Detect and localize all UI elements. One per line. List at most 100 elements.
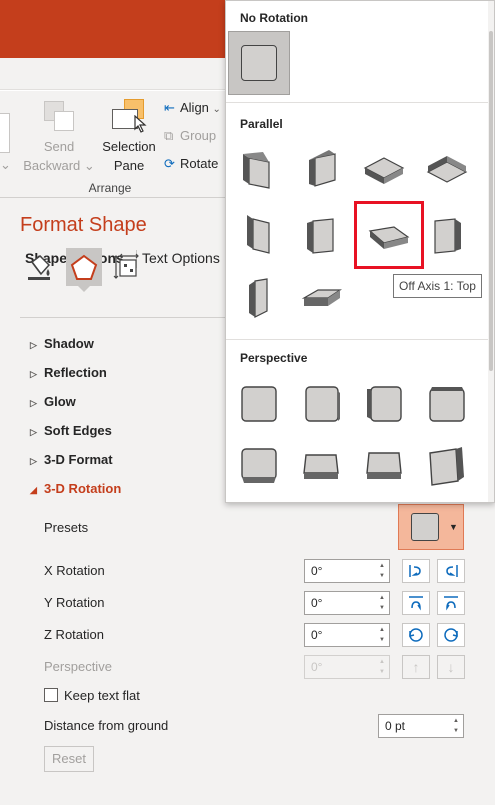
- distance-value: 0 pt: [385, 719, 406, 733]
- keep-text-flat-label: Keep text flat: [64, 688, 140, 703]
- preset-off-axis-2-left[interactable]: [234, 273, 284, 323]
- rotate-icon: ⟳: [164, 156, 175, 171]
- preset-off-axis-left[interactable]: [234, 209, 284, 259]
- y-rotation-input[interactable]: 0° ▲ ▼: [304, 591, 390, 615]
- section-shadow[interactable]: ▷ Shadow: [30, 334, 94, 354]
- z-rotation-input[interactable]: 0° ▲ ▼: [304, 623, 390, 647]
- align-button[interactable]: ⇤ Align ⌄: [164, 97, 221, 119]
- distance-label: Distance from ground: [44, 718, 169, 733]
- preset-perspective-relaxed[interactable]: [296, 441, 346, 491]
- preset-no-rotation[interactable]: [228, 31, 290, 95]
- preset-perspective-above[interactable]: [234, 441, 284, 491]
- gallery-scrollbar[interactable]: [488, 1, 494, 502]
- x-rotate-right-icon[interactable]: [437, 559, 465, 583]
- selection-pane-line1: Selection: [102, 139, 156, 154]
- y-rotate-up-icon[interactable]: [402, 591, 430, 615]
- x-rotation-value: 0°: [311, 564, 323, 578]
- keep-text-flat-checkbox[interactable]: [44, 688, 58, 702]
- preset-isometric-right-up[interactable]: [296, 145, 346, 195]
- spin-arrows-icon[interactable]: ▲ ▼: [377, 561, 387, 581]
- bring-forward-partial-chevron: ⌄: [0, 157, 11, 172]
- presets-dropdown-button[interactable]: ▼: [398, 504, 464, 550]
- rotate-label: Rotate: [180, 156, 219, 171]
- selection-pane-icon: [110, 99, 148, 133]
- section-label: Soft Edges: [44, 423, 112, 438]
- section-reflection[interactable]: ▷ Reflection: [30, 363, 107, 383]
- align-label: Align: [180, 100, 209, 115]
- send-backward-button[interactable]: Send Backward ⌄: [20, 99, 98, 175]
- perspective-decrease-icon[interactable]: ↓: [437, 655, 465, 679]
- perspective-increase-icon[interactable]: ↑: [402, 655, 430, 679]
- effects-tab-pointer: [78, 286, 90, 292]
- tab-text-options[interactable]: Text Options: [142, 250, 220, 266]
- group-label: Group: [180, 128, 217, 143]
- section-glow[interactable]: ▷ Glow: [30, 392, 76, 412]
- dropdown-arrow-icon: ▼: [449, 522, 458, 532]
- fill-line-icon[interactable]: [22, 250, 56, 284]
- y-rotate-down-icon[interactable]: [437, 591, 465, 615]
- x-rotate-left-icon[interactable]: [402, 559, 430, 583]
- effects-icon[interactable]: [66, 248, 102, 286]
- selection-pane-button[interactable]: Selection Pane: [98, 99, 160, 175]
- no-rotation-heading: No Rotation: [240, 11, 308, 25]
- preset-perspective-heroic[interactable]: [422, 441, 472, 491]
- presets-label: Presets: [44, 520, 89, 535]
- spin-arrows-icon[interactable]: ▲ ▼: [377, 657, 387, 677]
- x-rotation-label: X Rotation: [44, 563, 105, 578]
- preset-off-axis-right[interactable]: [296, 209, 346, 259]
- z-rotation-label: Z Rotation: [44, 627, 104, 642]
- group-icon: ⧉: [164, 128, 174, 143]
- preset-perspective-right[interactable]: [359, 379, 409, 429]
- no-rotation-shape-icon: [241, 45, 277, 81]
- section-soft-edges[interactable]: ▷ Soft Edges: [30, 421, 112, 441]
- preset-perspective-front[interactable]: [234, 379, 284, 429]
- send-backward-line2: Backward ⌄: [23, 158, 95, 173]
- distance-input[interactable]: 0 pt ▲ ▼: [378, 714, 464, 738]
- perspective-value: 0°: [311, 660, 323, 674]
- y-rotation-label: Y Rotation: [44, 595, 105, 610]
- section-label: Shadow: [44, 336, 94, 351]
- x-rotation-input[interactable]: 0° ▲ ▼: [304, 559, 390, 583]
- z-rotate-ccw-icon[interactable]: [402, 623, 430, 647]
- spin-arrows-icon[interactable]: ▲ ▼: [451, 716, 461, 736]
- collapse-triangle-icon: ▷: [30, 427, 37, 437]
- align-icon: ⇤: [164, 100, 175, 115]
- section-label: Glow: [44, 394, 76, 409]
- reset-button[interactable]: Reset: [44, 746, 94, 772]
- y-rotation-value: 0°: [311, 596, 323, 610]
- preset-off-axis-2-right[interactable]: [422, 209, 472, 259]
- pane-title: Format Shape: [20, 214, 147, 236]
- preset-preview-icon: [411, 513, 439, 541]
- gallery-divider: [226, 339, 491, 340]
- preset-off-axis-2-top[interactable]: [296, 273, 346, 323]
- preset-off-axis-1-top-selected[interactable]: [354, 201, 424, 269]
- collapse-triangle-icon: ▷: [30, 456, 37, 466]
- collapse-triangle-icon: ▷: [30, 369, 37, 379]
- preset-isometric-bottom-down[interactable]: [422, 145, 472, 195]
- z-rotate-cw-icon[interactable]: [437, 623, 465, 647]
- gallery-scrollbar-thumb[interactable]: [489, 31, 493, 371]
- preset-perspective-contrasting-left[interactable]: [359, 441, 409, 491]
- rotation-presets-gallery: No Rotation Parallel Perspective: [225, 0, 495, 503]
- expand-triangle-icon: ◢: [30, 485, 37, 495]
- section-label: 3-D Format: [44, 452, 113, 467]
- preset-perspective-left[interactable]: [296, 379, 346, 429]
- arrange-group-label: Arrange: [88, 181, 132, 195]
- section-label: Reflection: [44, 365, 107, 380]
- preset-perspective-below[interactable]: [422, 379, 472, 429]
- perspective-input[interactable]: 0° ▲ ▼: [304, 655, 390, 679]
- spin-arrows-icon[interactable]: ▲ ▼: [377, 625, 387, 645]
- group-button[interactable]: ⧉ Group: [164, 125, 216, 147]
- gallery-divider: [226, 102, 491, 103]
- send-backward-icon: [42, 99, 76, 133]
- preset-isometric-left-down[interactable]: [234, 145, 284, 195]
- section-3d-format[interactable]: ▷ 3-D Format: [30, 450, 113, 470]
- section-3d-rotation[interactable]: ◢ 3-D Rotation: [30, 479, 121, 499]
- spin-arrows-icon[interactable]: ▲ ▼: [377, 593, 387, 613]
- rotate-button[interactable]: ⟳ Rotate: [164, 153, 218, 175]
- preset-tooltip: Off Axis 1: Top: [393, 274, 482, 298]
- size-properties-icon[interactable]: [110, 250, 144, 284]
- preset-isometric-top-up[interactable]: [359, 145, 409, 195]
- perspective-label: Perspective: [44, 659, 112, 674]
- selection-pane-line2: Pane: [113, 158, 145, 173]
